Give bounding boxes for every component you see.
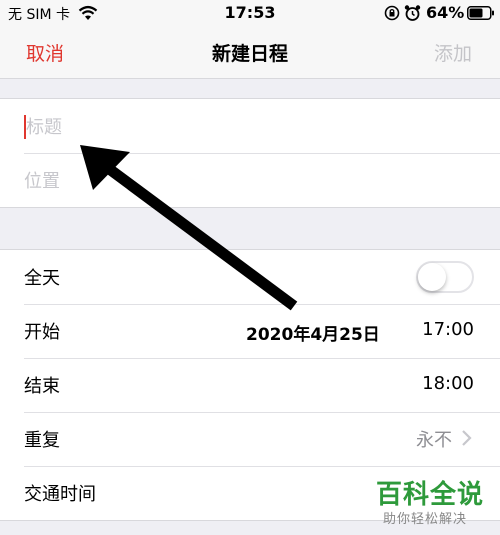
watermark-subtitle: 助你轻松解决: [383, 512, 468, 527]
annotation-arrow-icon: [80, 145, 298, 311]
watermark-title: 百科全说: [376, 480, 485, 510]
